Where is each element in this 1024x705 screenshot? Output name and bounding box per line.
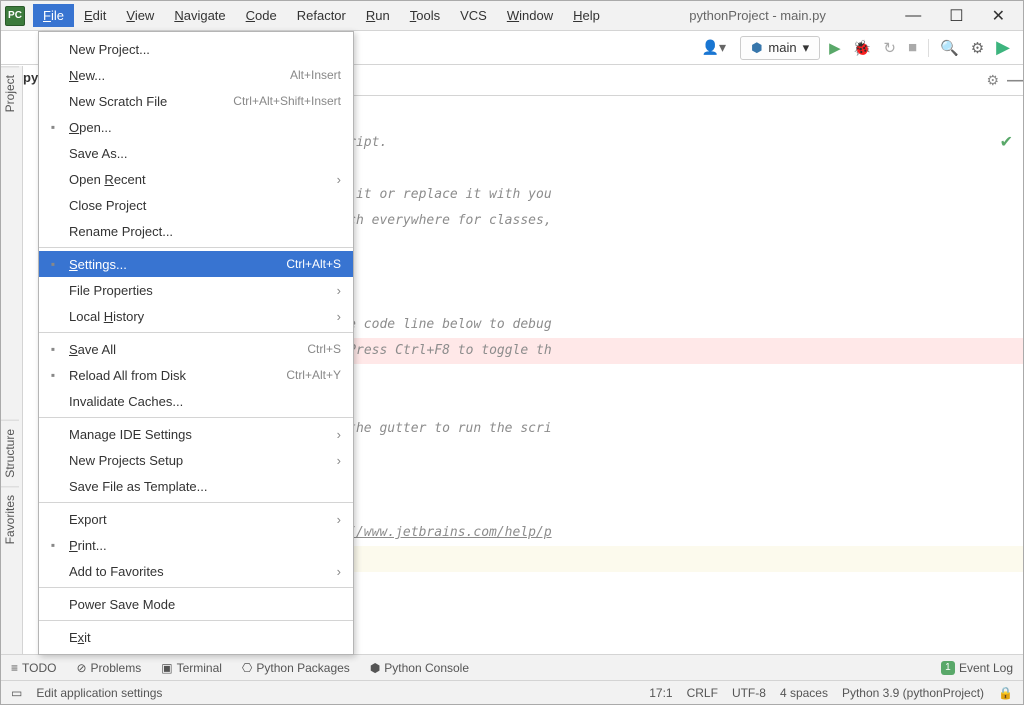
event-log-button[interactable]: 1Event Log xyxy=(941,661,1013,675)
file-menu-save-as[interactable]: Save As... xyxy=(39,140,353,166)
save-all-icon: ▪ xyxy=(45,341,61,357)
folder-open-icon: ▪ xyxy=(45,119,61,135)
reload-icon: ▪ xyxy=(45,367,61,383)
problems-toolwindow-button[interactable]: ⊘Problems xyxy=(76,661,141,675)
debug-button[interactable]: 🐞 xyxy=(850,39,875,57)
menu-file[interactable]: File xyxy=(33,4,74,27)
file-menu-print[interactable]: ▪Print... xyxy=(39,532,353,558)
stop-button[interactable]: ■ xyxy=(905,39,920,56)
indent-spec[interactable]: 4 spaces xyxy=(780,686,828,700)
file-menu-settings[interactable]: ▪Settings...Ctrl+Alt+S xyxy=(39,251,353,277)
file-menu-dropdown: New Project...New...Alt+InsertNew Scratc… xyxy=(38,31,354,655)
packages-toolwindow-button[interactable]: ⎔Python Packages xyxy=(242,661,350,675)
file-menu-rename-project[interactable]: Rename Project... xyxy=(39,218,353,244)
file-menu-new-project[interactable]: New Project... xyxy=(39,36,353,62)
file-menu-new[interactable]: New...Alt+Insert xyxy=(39,62,353,88)
breadcrumb-gear-icon[interactable]: ⚙ xyxy=(986,72,999,89)
file-menu-save-all[interactable]: ▪Save AllCtrl+S xyxy=(39,336,353,362)
search-icon[interactable]: 🔍 xyxy=(937,39,962,57)
project-panel-peek: pyt xyxy=(23,66,39,654)
user-icon[interactable]: 👤▾ xyxy=(702,39,726,56)
structure-toolwindow-button[interactable]: Structure xyxy=(1,420,19,486)
python-interpreter[interactable]: Python 3.9 (pythonProject) xyxy=(842,686,984,700)
file-menu-close-project[interactable]: Close Project xyxy=(39,192,353,218)
lock-icon[interactable]: 🔒 xyxy=(998,686,1013,700)
window-title: pythonProject - main.py xyxy=(610,8,905,23)
terminal-toolwindow-button[interactable]: ▣Terminal xyxy=(161,661,222,675)
favorites-toolwindow-button[interactable]: Favorites xyxy=(1,486,19,552)
window-controls: — ☐ ✕ xyxy=(905,6,1023,26)
python-icon: ⬢ xyxy=(751,40,762,56)
menu-vcs[interactable]: VCS xyxy=(450,4,497,27)
coverage-button[interactable]: ↻ xyxy=(880,39,899,57)
file-menu-open[interactable]: ▪Open... xyxy=(39,114,353,140)
console-toolwindow-button[interactable]: ⬢Python Console xyxy=(370,661,469,675)
menubar: PC FileEditViewNavigateCodeRefactorRunTo… xyxy=(1,1,1023,31)
file-menu-invalidate-caches[interactable]: Invalidate Caches... xyxy=(39,388,353,414)
menu-help[interactable]: Help xyxy=(563,4,610,27)
run-button[interactable]: ▶ xyxy=(826,39,844,57)
menu-navigate[interactable]: Navigate xyxy=(164,4,235,27)
file-menu-exit[interactable]: Exit xyxy=(39,624,353,650)
file-menu-add-to-favorites[interactable]: Add to Favorites› xyxy=(39,558,353,584)
file-menu-local-history[interactable]: Local History› xyxy=(39,303,353,329)
file-menu-file-properties[interactable]: File Properties› xyxy=(39,277,353,303)
file-menu-save-file-as-template[interactable]: Save File as Template... xyxy=(39,473,353,499)
file-menu-export[interactable]: Export› xyxy=(39,506,353,532)
wrench-icon: ▪ xyxy=(45,256,61,272)
inspection-ok-icon[interactable]: ✔ xyxy=(1000,132,1013,152)
run-config-selector[interactable]: ⬢ main ▾ xyxy=(740,36,820,60)
close-button[interactable]: ✕ xyxy=(992,6,1005,26)
line-separator[interactable]: CRLF xyxy=(687,686,718,700)
execute-icon[interactable]: ▶ xyxy=(993,37,1013,58)
file-menu-power-save-mode[interactable]: Power Save Mode xyxy=(39,591,353,617)
menu-run[interactable]: Run xyxy=(356,4,400,27)
todo-toolwindow-button[interactable]: ≡TODO xyxy=(11,661,56,675)
file-menu-manage-ide-settings[interactable]: Manage IDE Settings› xyxy=(39,421,353,447)
statusbar: ▭ Edit application settings 17:1 CRLF UT… xyxy=(1,680,1023,704)
print-icon: ▪ xyxy=(45,537,61,553)
caret-position[interactable]: 17:1 xyxy=(649,686,672,700)
chevron-down-icon: ▾ xyxy=(803,40,810,56)
status-hint: Edit application settings xyxy=(36,686,162,700)
settings-icon[interactable]: ⚙ xyxy=(968,39,987,57)
minimize-button[interactable]: — xyxy=(905,7,921,25)
maximize-button[interactable]: ☐ xyxy=(949,6,963,26)
left-tool-strip: Project Structure Favorites xyxy=(1,66,23,654)
project-toolwindow-button[interactable]: Project xyxy=(1,66,19,120)
file-encoding[interactable]: UTF-8 xyxy=(732,686,766,700)
file-menu-new-projects-setup[interactable]: New Projects Setup› xyxy=(39,447,353,473)
menu-code[interactable]: Code xyxy=(236,4,287,27)
status-hint-icon: ▭ xyxy=(11,686,22,700)
menu-refactor[interactable]: Refactor xyxy=(287,4,356,27)
menu-tools[interactable]: Tools xyxy=(400,4,450,27)
bottom-tool-strip: ≡TODO ⊘Problems ▣Terminal ⎔Python Packag… xyxy=(1,654,1023,680)
breadcrumb-collapse-icon[interactable]: — xyxy=(1007,72,1023,90)
file-menu-open-recent[interactable]: Open Recent› xyxy=(39,166,353,192)
file-menu-new-scratch-file[interactable]: New Scratch FileCtrl+Alt+Shift+Insert xyxy=(39,88,353,114)
run-config-label: main xyxy=(768,40,796,55)
menu-view[interactable]: View xyxy=(116,4,164,27)
menu-edit[interactable]: Edit xyxy=(74,4,116,27)
menu-window[interactable]: Window xyxy=(497,4,563,27)
app-logo: PC xyxy=(5,6,25,26)
file-menu-reload-all-from-disk[interactable]: ▪Reload All from DiskCtrl+Alt+Y xyxy=(39,362,353,388)
